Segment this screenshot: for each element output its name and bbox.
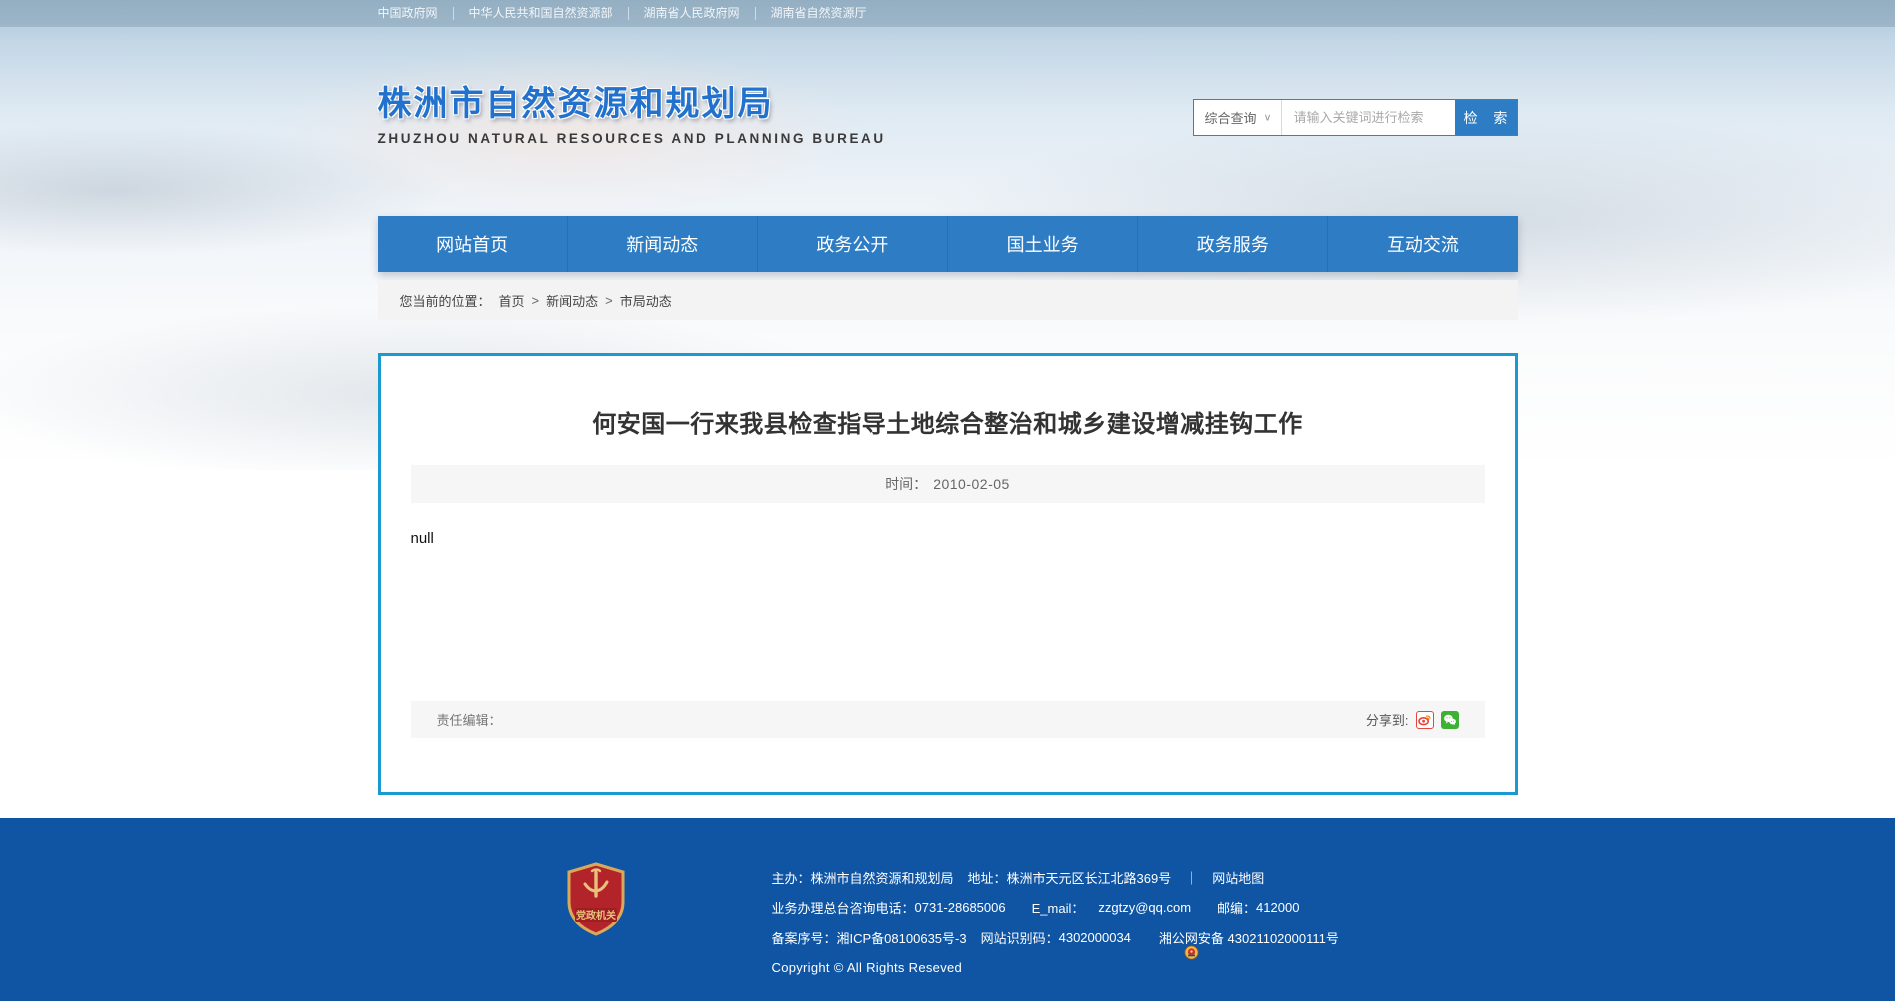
zip-label: 邮编： <box>1217 900 1257 916</box>
nav-item-disclosure[interactable]: 政务公开 <box>756 216 947 272</box>
breadcrumb-label: 您当前的位置： <box>399 293 491 309</box>
article-date: 2010-02-05 <box>933 476 1010 492</box>
footer-line-contact: 业务办理总台咨询电话： 0731-28685006 E_mail： zzgtzy… <box>772 892 1339 922</box>
address-value: 株洲市天元区长江北路369号 <box>1006 870 1172 886</box>
email-value: zzgtzy@qq.com <box>1098 899 1192 915</box>
police-record-link[interactable]: 湘公网安备 43021102000111号 <box>1159 928 1339 947</box>
chevron-down-icon: ∨ <box>1263 112 1272 124</box>
share-wechat-icon[interactable] <box>1440 710 1459 729</box>
breadcrumb-separator: > <box>531 292 540 308</box>
search-input[interactable] <box>1281 100 1455 135</box>
badge-label: 党政机关 <box>576 909 616 922</box>
breadcrumb-strip: 您当前的位置： 首页 > 新闻动态 > 市局动态 <box>377 280 1518 320</box>
search-category-select[interactable]: 综合查询 ∨ <box>1194 100 1282 135</box>
topbar-link-china-gov[interactable]: 中国政府网 <box>378 7 453 20</box>
share-weibo-icon[interactable] <box>1415 710 1434 729</box>
topbar: 中国政府网 中华人民共和国自然资源部 湖南省人民政府网 湖南省自然资源厅 <box>0 0 1895 27</box>
footer-line-icp: 备案序号： 湘ICP备08100635号-3 网站识别码： 4302000034… <box>771 922 1339 959</box>
main-nav: 网站首页 新闻动态 政务公开 国土业务 政务服务 互动交流 <box>377 216 1518 272</box>
article-date-bar: 时间： 2010-02-05 <box>410 465 1485 503</box>
breadcrumb-news[interactable]: 新闻动态 <box>546 291 598 310</box>
site-title: 株洲市自然资源和规划局 <box>377 85 774 123</box>
nav-item-interaction[interactable]: 互动交流 <box>1327 216 1517 272</box>
article-date-label: 时间： <box>885 476 928 492</box>
footer-copyright: Copyright © All Rights Reseved <box>771 959 963 975</box>
footer-line-host: 主办： 株洲市自然资源和规划局 地址： 株洲市天元区长江北路369号 ｜ 网站地… <box>772 862 1339 892</box>
icp-label: 备案序号： <box>771 930 837 946</box>
topbar-link-hunan-dnr[interactable]: 湖南省自然资源厅 <box>754 7 882 20</box>
topbar-link-hunan-gov[interactable]: 湖南省人民政府网 <box>627 7 755 20</box>
breadcrumb-separator: > <box>605 292 613 308</box>
site-id-value: 4302000034 <box>1058 929 1131 945</box>
page: 中国政府网 中华人民共和国自然资源部 湖南省人民政府网 湖南省自然资源厅 株洲市… <box>0 0 1895 1001</box>
share-label: 分享到: <box>1365 713 1409 728</box>
editor-label: 责任编辑： <box>436 713 502 728</box>
search-button[interactable]: 检 索 <box>1454 100 1517 135</box>
phone-label: 业务办理总台咨询电话： <box>771 900 915 916</box>
site-brand: 株洲市自然资源和规划局 ZHUZHOU NATURAL RESOURCES AN… <box>378 83 886 147</box>
search-bar: 综合查询 ∨ 检 索 <box>1192 99 1518 136</box>
host-value: 株洲市自然资源和规划局 <box>810 870 954 886</box>
address-label: 地址： <box>967 870 1007 886</box>
email-label: E_mail： <box>1031 900 1085 916</box>
topbar-link-mnr[interactable]: 中华人民共和国自然资源部 <box>452 7 628 20</box>
share-row: 分享到: <box>1366 710 1459 729</box>
footer: 党政机关 主办： 株洲市自然资源和规划局 地址： 株洲市天元区长江北路369号 … <box>0 818 1895 1001</box>
footer-info: 主办： 株洲市自然资源和规划局 地址： 株洲市天元区长江北路369号 ｜ 网站地… <box>772 862 1339 982</box>
site-id-label: 网站识别码： <box>980 930 1059 946</box>
phone-value: 0731-28685006 <box>914 899 1006 915</box>
site-subtitle: ZHUZHOU NATURAL RESOURCES AND PLANNING B… <box>377 131 886 146</box>
host-label: 主办： <box>771 870 811 886</box>
breadcrumb-home[interactable]: 首页 <box>499 291 525 310</box>
nav-item-news[interactable]: 新闻动态 <box>566 216 757 272</box>
nav-item-land-business[interactable]: 国土业务 <box>947 216 1137 272</box>
zip-value: 412000 <box>1256 899 1300 915</box>
breadcrumb-bureau-news[interactable]: 市局动态 <box>620 291 672 310</box>
police-badge-icon <box>1141 930 1199 959</box>
sitemap-link[interactable]: 网站地图 <box>1212 868 1264 887</box>
icp-link[interactable]: 湘ICP备08100635号-3 <box>837 928 967 947</box>
article-editor-bar: 责任编辑： 分享到: <box>410 701 1485 738</box>
search-category-value: 综合查询 <box>1204 111 1257 126</box>
nav-item-services[interactable]: 政务服务 <box>1137 216 1327 272</box>
article-box: 何安国一行来我县检查指导土地综合整治和城乡建设增减挂钩工作 时间： 2010-0… <box>377 353 1518 795</box>
footer-divider: ｜ <box>1185 870 1199 886</box>
article-title: 何安国一行来我县检查指导土地综合整治和城乡建设增减挂钩工作 <box>592 411 1303 438</box>
site-header: 株洲市自然资源和规划局 ZHUZHOU NATURAL RESOURCES AN… <box>378 27 1518 147</box>
breadcrumb: 您当前的位置： 首页 > 新闻动态 > 市局动态 <box>377 280 1518 320</box>
nav-item-home[interactable]: 网站首页 <box>378 216 567 272</box>
article-body: null <box>410 530 434 547</box>
party-gov-badge[interactable]: 党政机关 <box>565 862 627 936</box>
